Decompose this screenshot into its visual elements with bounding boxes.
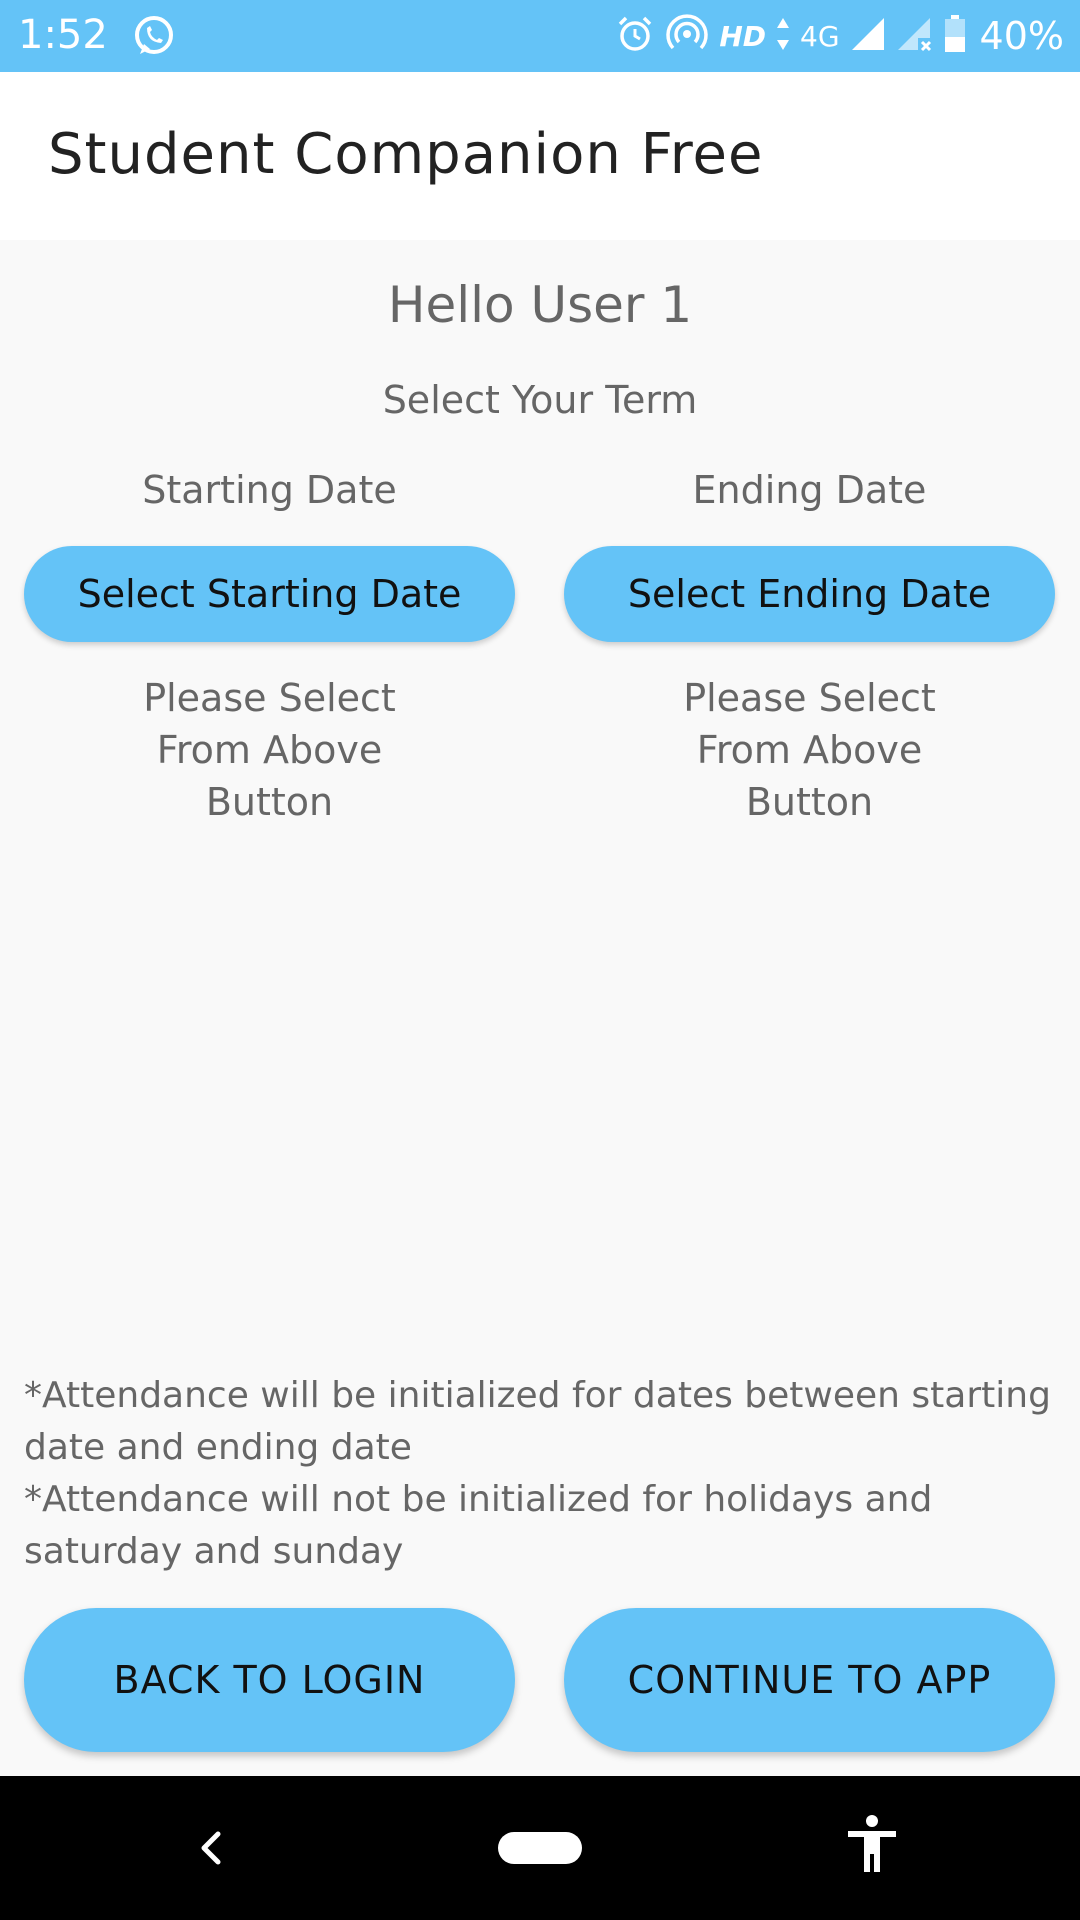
term-label: Select Your Term (382, 378, 698, 422)
hd-indicator: HD (719, 19, 767, 53)
continue-to-app-button[interactable]: CONTINUE TO APP (564, 1608, 1055, 1752)
signal-icon (850, 16, 886, 56)
ending-date-hint: Please Select From Above Button (683, 676, 936, 824)
starting-date-label: Starting Date (142, 468, 397, 512)
app-bar: Student Companion Free (0, 72, 1080, 240)
starting-date-hint: Please Select From Above Button (143, 676, 396, 824)
accessibility-icon[interactable] (844, 1814, 900, 1878)
status-time: 1:52 (18, 12, 108, 58)
whatsapp-icon (132, 14, 176, 62)
select-starting-date-button[interactable]: Select Starting Date (24, 546, 515, 642)
back-to-login-button[interactable]: BACK TO LOGIN (24, 1608, 515, 1752)
nav-home-icon[interactable] (498, 1832, 582, 1864)
hotspot-icon (665, 14, 709, 58)
battery-icon (944, 15, 966, 57)
nav-back-icon[interactable] (190, 1820, 230, 1880)
app-title: Student Companion Free (48, 122, 764, 187)
select-ending-date-button[interactable]: Select Ending Date (564, 546, 1055, 642)
attendance-note: *Attendance will be initialized for date… (24, 1375, 1051, 1468)
status-bar: 1:52 HD 4G 40% (0, 0, 1080, 72)
signal-noservice-icon (896, 16, 934, 56)
battery-percentage: 40% (979, 14, 1064, 58)
data-arrows-icon (776, 16, 790, 56)
alarm-icon (615, 14, 655, 58)
ending-date-label: Ending Date (692, 468, 927, 512)
system-nav-bar (0, 1776, 1080, 1920)
status-icons: HD 4G 40% (615, 10, 1064, 62)
greeting-text: Hello User 1 (387, 276, 693, 334)
network-type: 4G (800, 19, 840, 53)
attendance-notes: *Attendance will be initialized for date… (24, 1370, 1064, 1578)
attendance-note: *Attendance will not be initialized for … (24, 1479, 933, 1572)
